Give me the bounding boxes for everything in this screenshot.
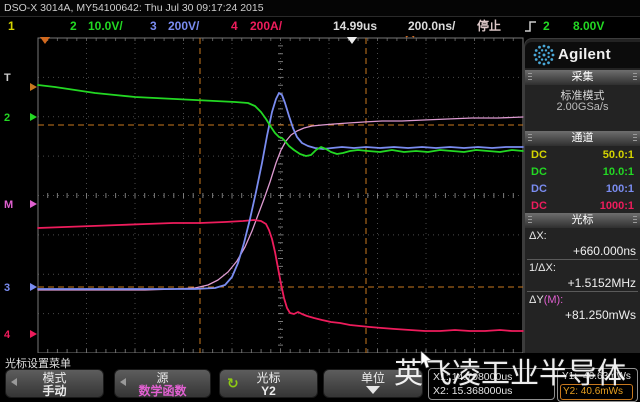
svg-text:2: 2: [4, 112, 10, 124]
y2-value: 40.6mWs: [581, 386, 623, 397]
sample-rate: 2.00GSa/s: [525, 101, 640, 113]
softkey-bar: 光标设置菜单 模式 手动 源 数学函数 ↻ 光标 Y2 单位 X1: 14.70…: [0, 353, 640, 402]
softkey-left-arrow-icon: [11, 378, 17, 386]
device-title: DSO-X 3014A, MY54100642: Thu Jul 30 09:1…: [4, 2, 264, 14]
softkey-cursor[interactable]: ↻ 光标 Y2: [219, 369, 318, 398]
inv-delta-x-label: 1/ΔX:: [529, 262, 556, 274]
delta-y-value: +81.250mWs: [565, 308, 636, 322]
channel1-info-row: DC 50.0:1: [525, 149, 640, 161]
grip-icon: [633, 73, 637, 82]
softkey-source[interactable]: 源 数学函数: [114, 369, 211, 398]
svg-text:4: 4: [4, 329, 11, 341]
acquisition-header: 采集: [525, 70, 640, 85]
channel2-label[interactable]: 2: [70, 19, 77, 34]
svg-text:M: M: [4, 199, 13, 211]
y-cursor-readout: Y1: -40.63mWs Y2: 40.6mWs: [557, 368, 638, 402]
trigger-level: 8.00V: [573, 19, 604, 34]
grip-icon: [528, 216, 532, 225]
softkey-left-arrow-icon: [120, 378, 126, 386]
mouse-cursor: [420, 351, 434, 369]
channel3-info-row: DC 100:1: [525, 183, 640, 195]
delta-x-label: ΔX:: [529, 230, 547, 242]
channel1-label[interactable]: 1: [8, 19, 15, 34]
channel-bar: 1 2 10.0V/ 3 200V/ 4 200A/ 14.99us 200.0…: [0, 17, 640, 36]
x-cursor-readout: X1: 14.708000us X2: 15.368000us: [428, 368, 555, 400]
inv-delta-x-value: +1.5152MHz: [568, 276, 636, 290]
grip-icon: [633, 216, 637, 225]
run-status: 停止: [477, 19, 501, 34]
waveform-display: T 2 M 3 4: [0, 36, 524, 353]
divider: [527, 291, 638, 292]
info-sidebar: Agilent 采集 标准模式 2.00GSa/s 通道 DC 50.0:1 D…: [524, 38, 640, 360]
oscilloscope-screen: DSO-X 3014A, MY54100642: Thu Jul 30 09:1…: [0, 0, 640, 402]
down-arrow-icon: [366, 386, 380, 394]
agilent-logo-icon: [531, 42, 557, 68]
trigger-edge-icon: [524, 20, 538, 33]
cursors-header: 光标: [525, 213, 640, 228]
divider: [527, 259, 638, 260]
channel3-scale: 200V/: [168, 19, 199, 34]
channel3-label[interactable]: 3: [150, 19, 157, 34]
channel4-label[interactable]: 4: [231, 19, 238, 34]
svg-text:T: T: [4, 72, 11, 84]
delta-y-label: ΔY(M):: [529, 294, 563, 306]
trigger-source: 2: [543, 19, 550, 34]
channel4-info-row: DC 1000:1: [525, 200, 640, 212]
channel2-scale: 10.0V/: [88, 19, 123, 34]
brand-row: Agilent: [525, 42, 640, 68]
delta-x-value: +660.000ns: [573, 244, 636, 258]
timebase: 200.0ns/: [408, 19, 455, 34]
grip-icon: [528, 134, 532, 143]
x2-value: 15.368000us: [452, 385, 513, 397]
brand-name: Agilent: [558, 46, 611, 63]
rotate-knob-icon: ↻: [227, 375, 239, 392]
horizontal-position: 14.99us: [333, 19, 377, 34]
channel2-info-row: DC 10.0:1: [525, 166, 640, 178]
channels-header: 通道: [525, 131, 640, 146]
x1-value: 14.708000us: [452, 371, 513, 383]
softkey-units[interactable]: 单位: [323, 369, 423, 398]
grip-icon: [633, 134, 637, 143]
grip-icon: [528, 73, 532, 82]
channel4-scale: 200A/: [250, 19, 282, 34]
svg-text:3: 3: [4, 282, 10, 294]
y1-value: -40.63mWs: [580, 371, 631, 382]
softkey-mode[interactable]: 模式 手动: [5, 369, 104, 398]
status-bar: DSO-X 3014A, MY54100642: Thu Jul 30 09:1…: [0, 0, 640, 17]
